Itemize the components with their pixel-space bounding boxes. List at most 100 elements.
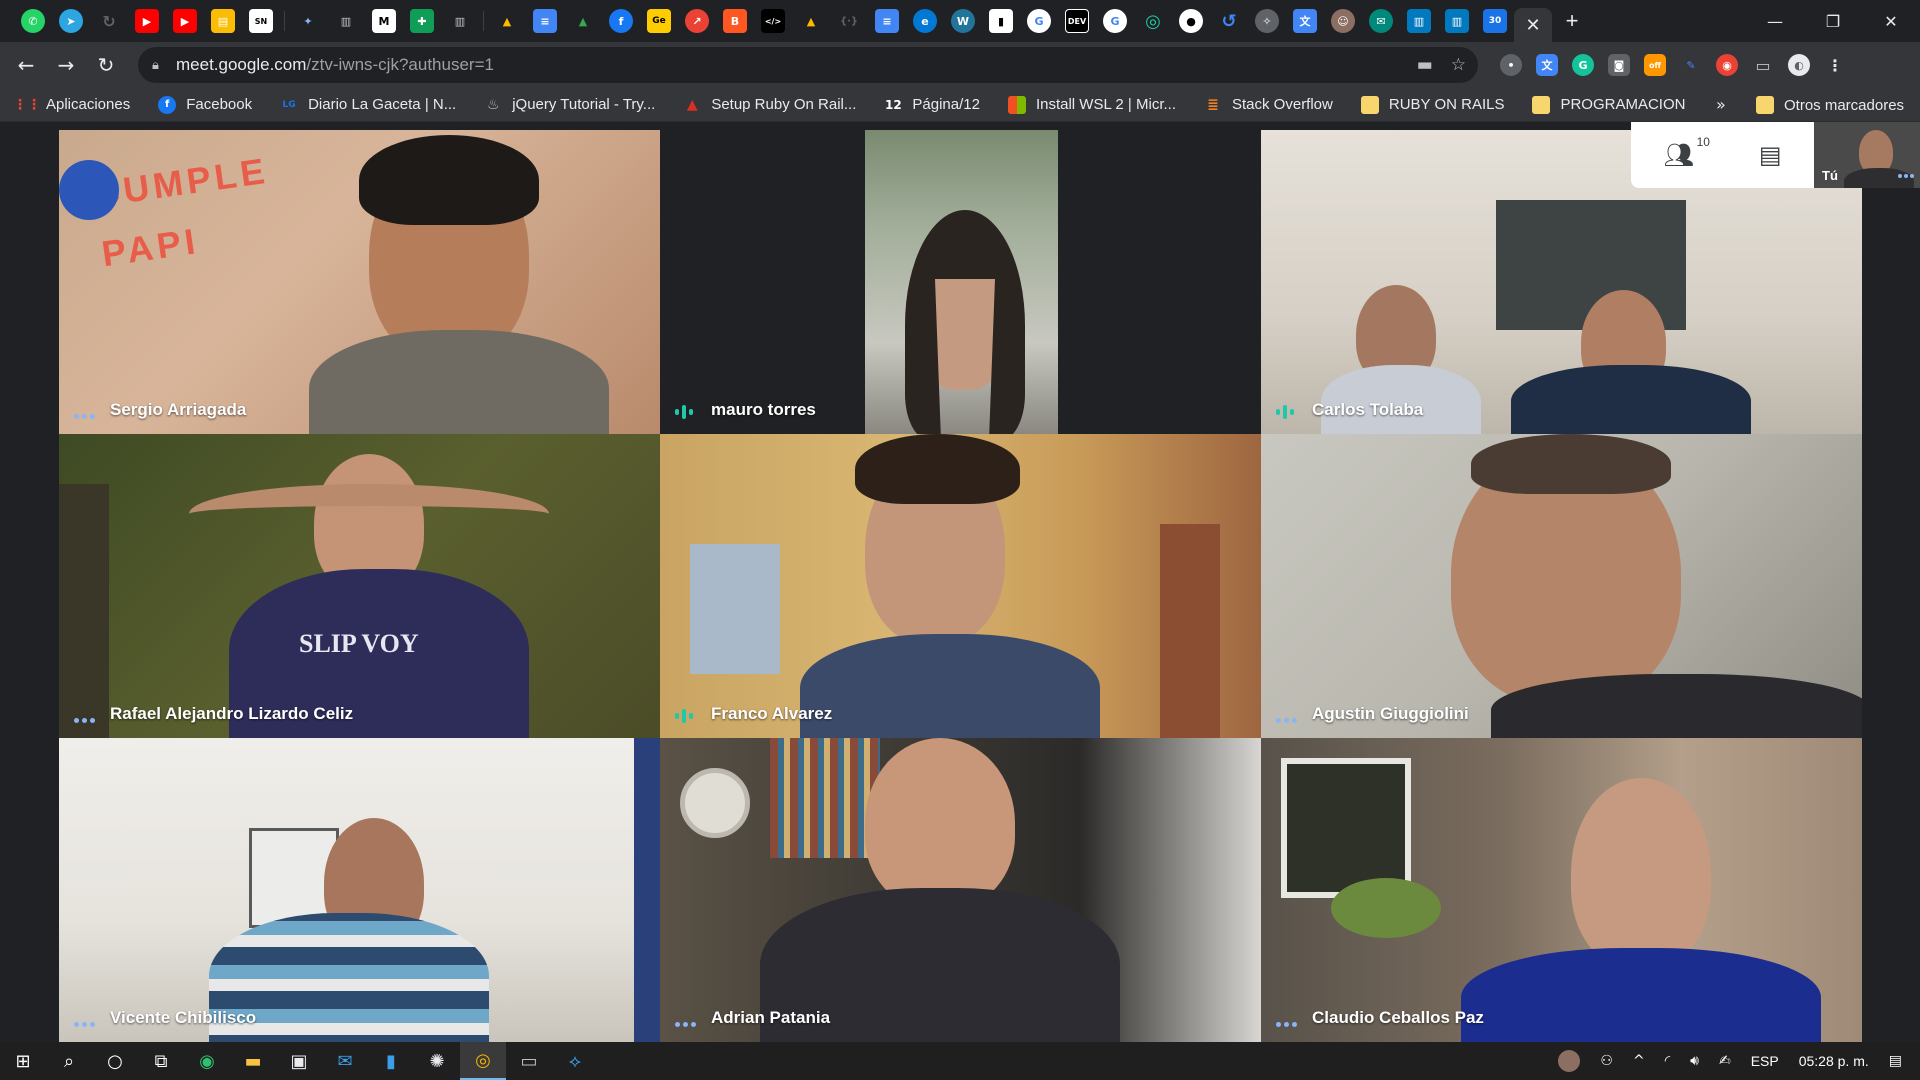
windows-start-icon[interactable]: ⊞ [0, 1042, 46, 1080]
bookmark-stack-overflow[interactable]: ≣ Stack Overflow [1204, 96, 1333, 114]
edge-icon[interactable]: ◉ [184, 1042, 230, 1080]
more-options-icon[interactable] [1276, 718, 1297, 723]
camera-icon[interactable]: ▬ [1417, 55, 1433, 75]
drive-tab-icon[interactable]: ▲ [495, 9, 519, 33]
star-icon[interactable]: ☆ [1451, 55, 1466, 75]
clock[interactable]: 05:28 p. m. [1799, 1053, 1869, 1069]
youtube-tab-icon[interactable]: ▶ [135, 9, 159, 33]
more-options-icon[interactable] [1276, 1022, 1297, 1027]
bookmark-la-gaceta[interactable]: LG Diario La Gaceta | N... [280, 96, 457, 114]
record-icon[interactable]: ◉ [1716, 54, 1738, 76]
show-hidden-icons-icon[interactable]: ^ [1633, 1053, 1645, 1069]
youtube-tab-icon-2[interactable]: ▶ [173, 9, 197, 33]
bookmark-folder-programacion[interactable]: PROGRAMACION [1532, 95, 1685, 114]
github-tab-icon[interactable]: ● [1179, 9, 1203, 33]
grammarly-icon[interactable]: G [1572, 54, 1594, 76]
loading-tab-icon[interactable]: ↻ [97, 9, 121, 33]
notifications-icon[interactable]: ▤ [1889, 1053, 1902, 1069]
network-icon[interactable]: ◜ [1665, 1053, 1670, 1069]
telegram-tab-icon[interactable]: ➤ [59, 9, 83, 33]
more-options-icon[interactable] [74, 414, 95, 419]
trello-tab-icon-2[interactable]: ▥ [1445, 9, 1469, 33]
other-bookmarks-folder[interactable]: Otros marcadores [1756, 88, 1904, 122]
more-vert-icon[interactable]: ⋮ [1824, 54, 1846, 76]
volume-icon[interactable]: 🔊︎ [1690, 1053, 1699, 1069]
participant-tile[interactable]: CUMPLE PAPI Sergio Arriagada [59, 130, 660, 434]
more-options-icon[interactable] [74, 1022, 95, 1027]
whatsapp-tab-icon[interactable]: ✆ [21, 9, 45, 33]
bookmark-tab-icon[interactable]: ▮ [989, 9, 1013, 33]
task-view-icon[interactable]: ⧉ [138, 1042, 184, 1080]
cast-icon[interactable]: ▭ [1752, 54, 1774, 76]
bookmark-ruby-rails-setup[interactable]: ▲ Setup Ruby On Rail... [683, 96, 856, 114]
self-view-tile[interactable]: Tú [1814, 122, 1920, 188]
reader-tab-icon-2[interactable]: ▥ [448, 9, 472, 33]
google-translate-icon[interactable]: 文 [1536, 54, 1558, 76]
extension-icon[interactable]: • [1500, 54, 1522, 76]
bookmark-facebook[interactable]: f Facebook [158, 95, 252, 114]
tab-close-icon[interactable]: ✕ [1525, 15, 1540, 36]
forward-arrow-icon[interactable]: → [46, 45, 86, 85]
facebook-tab-icon[interactable]: f [609, 9, 633, 33]
trello-tab-icon[interactable]: ▥ [1407, 9, 1431, 33]
drive-tab-icon-2[interactable]: ▲ [571, 9, 595, 33]
pen-tray-icon[interactable]: ✍ [1719, 1053, 1731, 1069]
participants-button[interactable]: 👥︎ 10 [1663, 135, 1709, 169]
language-indicator[interactable]: ESP [1751, 1053, 1779, 1069]
dev-tab-icon[interactable]: DEV [1065, 9, 1089, 33]
pen-icon[interactable]: ✎ [1680, 54, 1702, 76]
participant-tile[interactable]: SLIP VOY Rafael Alejandro Lizardo Celiz [59, 434, 660, 738]
user-avatar[interactable] [1558, 1050, 1581, 1072]
keep-tab-icon[interactable]: ▤ [211, 9, 235, 33]
vscode-icon[interactable]: ⟡ [552, 1042, 598, 1080]
cortana-icon[interactable]: ○ [92, 1042, 138, 1080]
participant-tile[interactable]: Agustin Giuggiolini [1261, 434, 1862, 738]
participant-tile[interactable]: mauro torres [660, 130, 1261, 434]
file-explorer-icon[interactable]: ▬ [230, 1042, 276, 1080]
notes-icon[interactable]: ▮ [368, 1042, 414, 1080]
chat-button[interactable]: ▤ [1759, 141, 1782, 169]
lock-icon[interactable]: 🔒︎ [152, 58, 176, 73]
participant-tile[interactable]: Adrian Patania [660, 738, 1261, 1042]
avatar-tab-icon[interactable]: ☺ [1331, 9, 1355, 33]
docs-tab-icon[interactable]: ≡ [533, 9, 557, 33]
translate-tab-icon[interactable]: 文 [1293, 9, 1317, 33]
active-tab[interactable]: ✕ [1514, 8, 1552, 42]
bookmark-folder-ruby-on-rails[interactable]: RUBY ON RAILS [1360, 95, 1504, 114]
participant-tile[interactable]: Franco Alvarez [660, 434, 1261, 738]
restore-button[interactable]: ❐ [1804, 0, 1862, 42]
reader-tab-icon[interactable]: ▥ [334, 9, 358, 33]
bookmarks-overflow-button[interactable]: » [1716, 95, 1726, 114]
chrome-icon[interactable]: ◎ [460, 1042, 506, 1080]
google-tab-icon[interactable]: G [1027, 9, 1051, 33]
puzzle-tab-icon[interactable]: ✦ [296, 9, 320, 33]
people-tray-icon[interactable]: ⚇ [1600, 1053, 1613, 1069]
close-window-button[interactable]: ✕ [1862, 0, 1920, 42]
chat-tab-icon[interactable]: ✉ [1369, 9, 1393, 33]
compass-tab-icon[interactable]: ✧ [1255, 9, 1279, 33]
calendar-tab-icon[interactable]: 30 [1483, 9, 1507, 33]
refresh-tab-icon[interactable]: ↺ [1217, 9, 1241, 33]
self-more-options-icon[interactable] [1898, 174, 1914, 178]
docs-tab-icon-2[interactable]: ≡ [875, 9, 899, 33]
google-tab-icon-2[interactable]: G [1103, 9, 1127, 33]
drive-tab-icon-3[interactable]: ▲ [799, 9, 823, 33]
store-icon[interactable]: ▣ [276, 1042, 322, 1080]
reload-icon[interactable]: ↻ [86, 45, 126, 85]
screenshot-icon[interactable]: ◙ [1608, 54, 1630, 76]
edge-tab-icon[interactable]: e [913, 9, 937, 33]
profile-avatar[interactable]: ◐ [1788, 54, 1810, 76]
back-arrow-icon[interactable]: ← [6, 45, 46, 85]
off-extension-icon[interactable]: off [1644, 54, 1666, 76]
medium-tab-icon[interactable]: M [372, 9, 396, 33]
stats-tab-icon[interactable]: ↗ [685, 9, 709, 33]
bookmark-wsl2[interactable]: Install WSL 2 | Micr... [1007, 95, 1176, 114]
new-tab-button[interactable]: + [1552, 8, 1592, 34]
sheets-tab-icon[interactable]: ✚ [410, 9, 434, 33]
mail-icon[interactable]: ✉ [322, 1042, 368, 1080]
minimize-button[interactable]: — [1746, 0, 1804, 42]
search-icon[interactable]: ⌕ [46, 1042, 92, 1080]
code-tab-icon[interactable]: </> [761, 9, 785, 33]
more-options-icon[interactable] [74, 718, 95, 723]
participant-tile[interactable]: Vicente Chibilisco [59, 738, 660, 1042]
